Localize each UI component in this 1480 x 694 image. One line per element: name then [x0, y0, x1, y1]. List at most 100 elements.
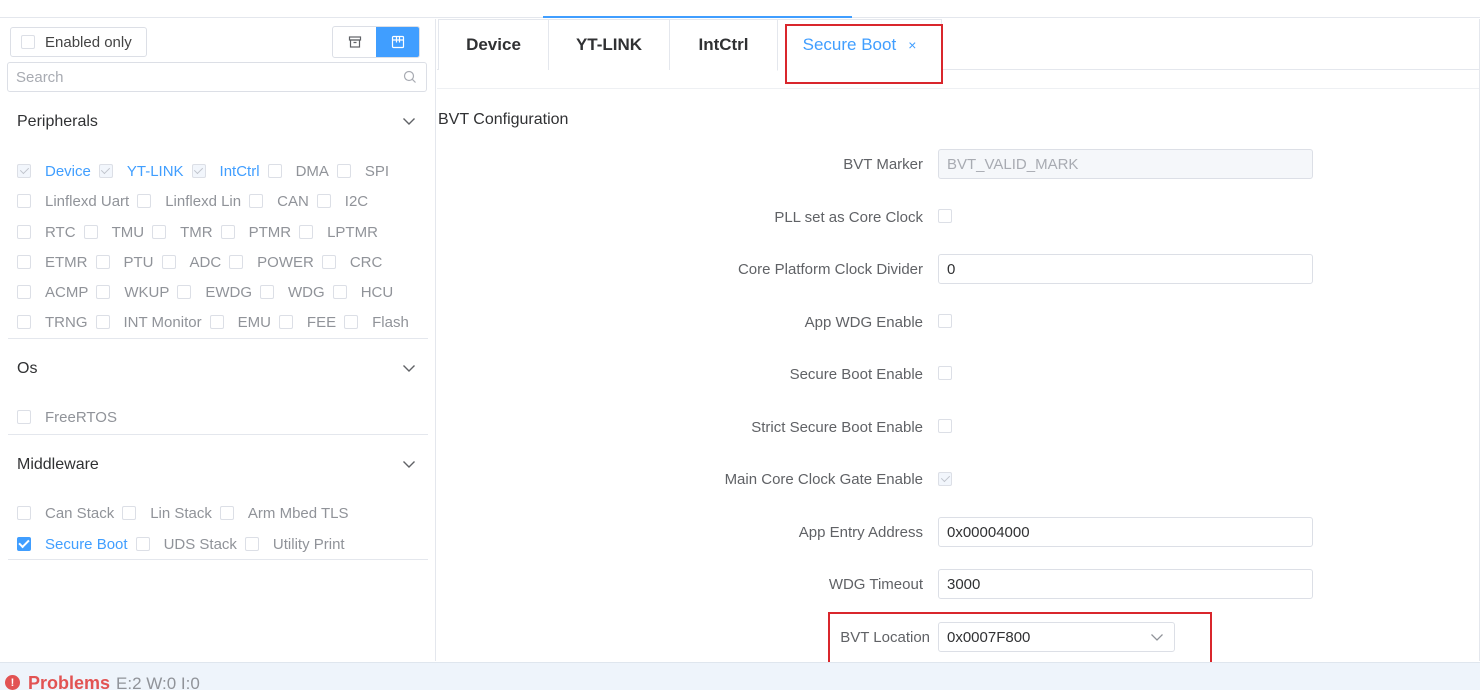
- module-checkbox[interactable]: [17, 315, 31, 329]
- module-item[interactable]: WDG: [260, 284, 325, 301]
- module-item[interactable]: TMU: [83, 224, 144, 241]
- tab-intctrl[interactable]: IntCtrl: [669, 19, 778, 70]
- module-checkbox[interactable]: [122, 506, 137, 520]
- module-checkbox[interactable]: [17, 410, 31, 424]
- module-checkbox[interactable]: [96, 285, 111, 299]
- module-checkbox[interactable]: [191, 164, 206, 178]
- module-item[interactable]: PTMR: [220, 224, 291, 241]
- top-bar: [0, 0, 1480, 18]
- tab-device[interactable]: Device: [438, 19, 549, 70]
- search-icon[interactable]: [403, 70, 417, 84]
- module-checkbox[interactable]: [332, 285, 347, 299]
- module-checkbox[interactable]: [321, 255, 336, 269]
- module-item-secure-boot[interactable]: Secure Boot: [17, 536, 128, 553]
- module-item[interactable]: WKUP: [96, 284, 169, 301]
- module-item[interactable]: ACMP: [17, 284, 88, 301]
- module-item-dma[interactable]: DMA: [267, 163, 329, 180]
- module-checkbox[interactable]: [220, 225, 235, 239]
- module-checkbox[interactable]: [219, 506, 234, 520]
- module-item[interactable]: ETMR: [17, 254, 88, 271]
- chevron-down-icon[interactable]: [402, 360, 416, 378]
- module-checkbox[interactable]: [161, 255, 176, 269]
- module-checkbox[interactable]: [299, 225, 314, 239]
- tab-yt-link[interactable]: YT-LINK: [548, 19, 670, 70]
- module-item[interactable]: TRNG: [17, 314, 88, 331]
- module-checkbox[interactable]: [152, 225, 167, 239]
- strict-secure-boot-enable-checkbox[interactable]: [938, 419, 952, 433]
- module-item[interactable]: EWDG: [177, 284, 252, 301]
- module-item[interactable]: Can Stack: [17, 505, 114, 522]
- pll-core-clock-checkbox[interactable]: [938, 209, 952, 223]
- module-checkbox[interactable]: [267, 164, 282, 178]
- module-item[interactable]: UDS Stack: [135, 536, 237, 553]
- module-checkbox[interactable]: [244, 537, 259, 551]
- module-checkbox[interactable]: [137, 194, 152, 208]
- module-item[interactable]: I2C: [316, 193, 368, 210]
- secure-boot-enable-checkbox[interactable]: [938, 366, 952, 380]
- module-checkbox[interactable]: [17, 225, 31, 239]
- module-checkbox[interactable]: [17, 164, 31, 178]
- section-os[interactable]: Os: [0, 359, 428, 379]
- module-item[interactable]: Utility Print: [244, 536, 345, 553]
- module-checkbox[interactable]: [17, 506, 31, 520]
- module-checkbox[interactable]: [249, 194, 264, 208]
- module-checkbox[interactable]: [260, 285, 275, 299]
- module-checkbox[interactable]: [17, 194, 31, 208]
- module-item[interactable]: TMR: [152, 224, 213, 241]
- module-item[interactable]: FEE: [278, 314, 336, 331]
- module-checkbox[interactable]: [344, 315, 359, 329]
- module-checkbox[interactable]: [17, 537, 31, 551]
- module-item[interactable]: Linflexd Uart: [17, 193, 129, 210]
- main-core-clock-gate-enable-checkbox[interactable]: [938, 472, 952, 486]
- section-peripherals[interactable]: Peripherals: [0, 112, 428, 132]
- module-item[interactable]: PTU: [95, 254, 154, 271]
- section-middleware[interactable]: Middleware: [0, 455, 428, 475]
- grid-view-button[interactable]: [376, 27, 419, 57]
- module-checkbox[interactable]: [209, 315, 224, 329]
- module-item[interactable]: Arm Mbed TLS: [219, 505, 349, 522]
- module-item[interactable]: Lin Stack: [122, 505, 212, 522]
- close-icon[interactable]: ×: [908, 37, 916, 53]
- module-checkbox[interactable]: [336, 164, 351, 178]
- module-checkbox[interactable]: [83, 225, 98, 239]
- module-checkbox[interactable]: [98, 164, 113, 178]
- wdg-timeout-input[interactable]: [947, 575, 1312, 593]
- chevron-down-icon[interactable]: [402, 113, 416, 131]
- module-item[interactable]: CRC: [321, 254, 382, 271]
- module-checkbox[interactable]: [17, 255, 31, 269]
- app-wdg-enable-checkbox[interactable]: [938, 314, 952, 328]
- enabled-only-toggle[interactable]: Enabled only: [10, 27, 147, 57]
- tab-secure-boot[interactable]: Secure Boot ×: [777, 19, 942, 71]
- search-input[interactable]: [8, 64, 388, 90]
- module-item-device[interactable]: Device: [17, 163, 91, 180]
- bvt-location-select[interactable]: 0x0007F800: [938, 622, 1175, 652]
- module-checkbox[interactable]: [135, 537, 150, 551]
- module-item[interactable]: ADC: [161, 254, 221, 271]
- app-entry-address-input[interactable]: [947, 523, 1312, 541]
- module-checkbox[interactable]: [316, 194, 331, 208]
- module-item[interactable]: HCU: [332, 284, 393, 301]
- module-item[interactable]: Flash: [344, 314, 409, 331]
- module-checkbox[interactable]: [229, 255, 244, 269]
- module-checkbox[interactable]: [17, 285, 31, 299]
- module-checkbox[interactable]: [177, 285, 192, 299]
- problems-bar[interactable]: ! Problems E:2 W:0 I:0: [0, 662, 1480, 693]
- module-item-freertos[interactable]: FreeRTOS: [17, 409, 117, 426]
- chevron-down-icon[interactable]: [402, 456, 416, 474]
- module-item[interactable]: INT Monitor: [95, 314, 202, 331]
- module-checkbox[interactable]: [278, 315, 293, 329]
- core-platform-clock-divider-input[interactable]: [947, 260, 1312, 278]
- module-item[interactable]: POWER: [229, 254, 314, 271]
- module-item[interactable]: Linflexd Lin: [137, 193, 241, 210]
- module-item-yt-link[interactable]: YT-LINK: [98, 163, 184, 180]
- enabled-only-checkbox[interactable]: [21, 35, 35, 49]
- module-item[interactable]: RTC: [17, 224, 76, 241]
- module-checkbox[interactable]: [95, 255, 110, 269]
- module-item[interactable]: LPTMR: [299, 224, 378, 241]
- list-view-button[interactable]: [333, 27, 376, 57]
- module-item[interactable]: CAN: [249, 193, 309, 210]
- module-item-spi[interactable]: SPI: [336, 163, 389, 180]
- module-item[interactable]: EMU: [209, 314, 271, 331]
- module-checkbox[interactable]: [95, 315, 110, 329]
- module-item-intctrl[interactable]: IntCtrl: [191, 163, 260, 180]
